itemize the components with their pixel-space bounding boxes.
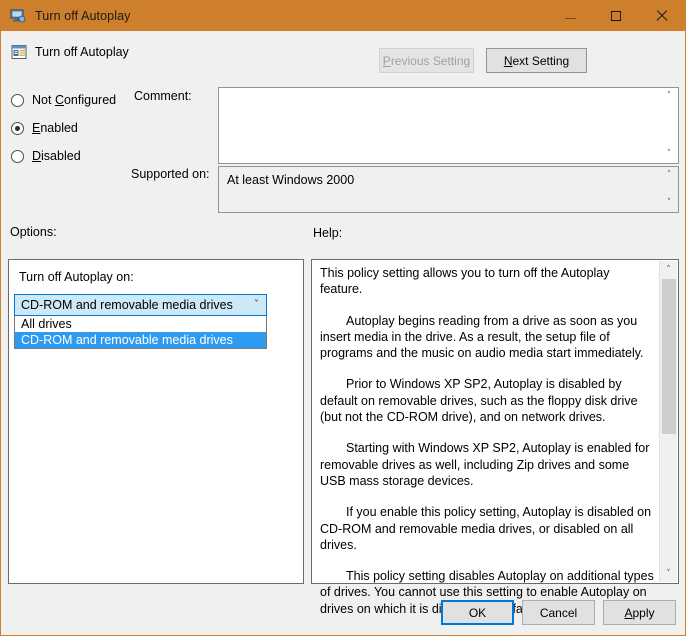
radio-mark-enabled [11, 121, 24, 135]
supported-on-scrollbar[interactable]: ˄ ˅ [661, 168, 677, 211]
radio-label-disabled: Disabled [32, 149, 81, 163]
help-paragraph: If you enable this policy setting, Autop… [320, 505, 652, 552]
radio-disabled[interactable]: Disabled [11, 147, 81, 165]
supported-on-label: Supported on: [131, 167, 210, 181]
comment-input[interactable]: ˄ ˅ [218, 87, 679, 164]
scroll-down-icon[interactable]: ˅ [660, 565, 677, 582]
help-scrollbar[interactable]: ˄ ˅ [659, 261, 677, 582]
previous-setting-label: Previous Setting [382, 53, 471, 68]
radio-not-configured[interactable]: Not Configured [11, 91, 116, 109]
autoplay-target-label: Turn off Autoplay on: [19, 270, 134, 284]
title-bar: Turn off Autoplay [1, 1, 685, 31]
help-label: Help: [313, 226, 343, 240]
next-setting-label: Next Setting [503, 53, 570, 68]
group-policy-setting-dialog: Turn off Autoplay Turn off Autoplay Prev… [0, 0, 686, 636]
autoplay-target-value: CD-ROM and removable media drives [21, 298, 233, 312]
radio-mark-not-configured [11, 93, 24, 107]
apply-button-label: Apply [624, 605, 655, 620]
radio-mark-disabled [11, 149, 24, 163]
window-title: Turn off Autoplay [35, 9, 131, 23]
cancel-button[interactable]: Cancel [522, 600, 595, 625]
policy-setting-icon [11, 44, 28, 61]
options-panel: Turn off Autoplay on: CD-ROM and removab… [8, 259, 304, 584]
scroll-up-icon[interactable]: ˄ [660, 261, 677, 278]
supported-on-field: At least Windows 2000 ˄ ˅ [218, 166, 679, 213]
supported-on-value: At least Windows 2000 [227, 173, 355, 187]
help-text: This policy setting allows you to turn o… [320, 265, 654, 632]
dropdown-option-cdrom-removable[interactable]: CD-ROM and removable media drives [15, 332, 266, 348]
cancel-button-label: Cancel [539, 605, 578, 620]
chevron-down-icon[interactable]: ˅ [254, 299, 259, 310]
minimize-button[interactable] [547, 1, 593, 31]
scrollbar-thumb[interactable] [662, 279, 676, 434]
scroll-down-icon[interactable]: ˅ [667, 196, 672, 211]
minimize-icon [564, 17, 576, 19]
scroll-up-icon[interactable]: ˄ [667, 89, 672, 104]
comment-scrollbar[interactable]: ˄ ˅ [661, 89, 677, 162]
help-paragraph: This policy setting allows you to turn o… [320, 266, 610, 297]
ok-button[interactable]: OK [441, 600, 514, 625]
maximize-icon [611, 11, 621, 21]
apply-button[interactable]: Apply [603, 600, 676, 625]
dropdown-option-all-drives[interactable]: All drives [15, 316, 266, 332]
computer-policy-icon [10, 8, 26, 24]
autoplay-target-dropdown[interactable]: All drives CD-ROM and removable media dr… [14, 316, 267, 349]
comment-label: Comment: [134, 89, 192, 103]
scroll-up-icon[interactable]: ˄ [667, 168, 672, 183]
close-button[interactable] [639, 1, 685, 31]
help-panel: This policy setting allows you to turn o… [311, 259, 679, 616]
scroll-down-icon[interactable]: ˅ [667, 147, 672, 162]
ok-button-label: OK [468, 605, 487, 620]
setting-title: Turn off Autoplay [35, 45, 129, 59]
autoplay-target-combobox[interactable]: CD-ROM and removable media drives ˅ [14, 294, 267, 316]
maximize-button[interactable] [593, 1, 639, 31]
radio-label-not-configured: Not Configured [32, 93, 117, 107]
previous-setting-button[interactable]: Previous Setting [379, 48, 474, 73]
help-paragraph: Autoplay begins reading from a drive as … [320, 313, 644, 361]
radio-enabled[interactable]: Enabled [11, 119, 78, 137]
close-icon [656, 10, 668, 22]
next-setting-button[interactable]: Next Setting [486, 48, 587, 73]
radio-label-enabled: Enabled [32, 121, 78, 135]
help-paragraph: Starting with Windows XP SP2, Autoplay i… [320, 441, 650, 488]
help-paragraph: Prior to Windows XP SP2, Autoplay is dis… [320, 377, 638, 425]
options-label: Options: [10, 225, 57, 239]
